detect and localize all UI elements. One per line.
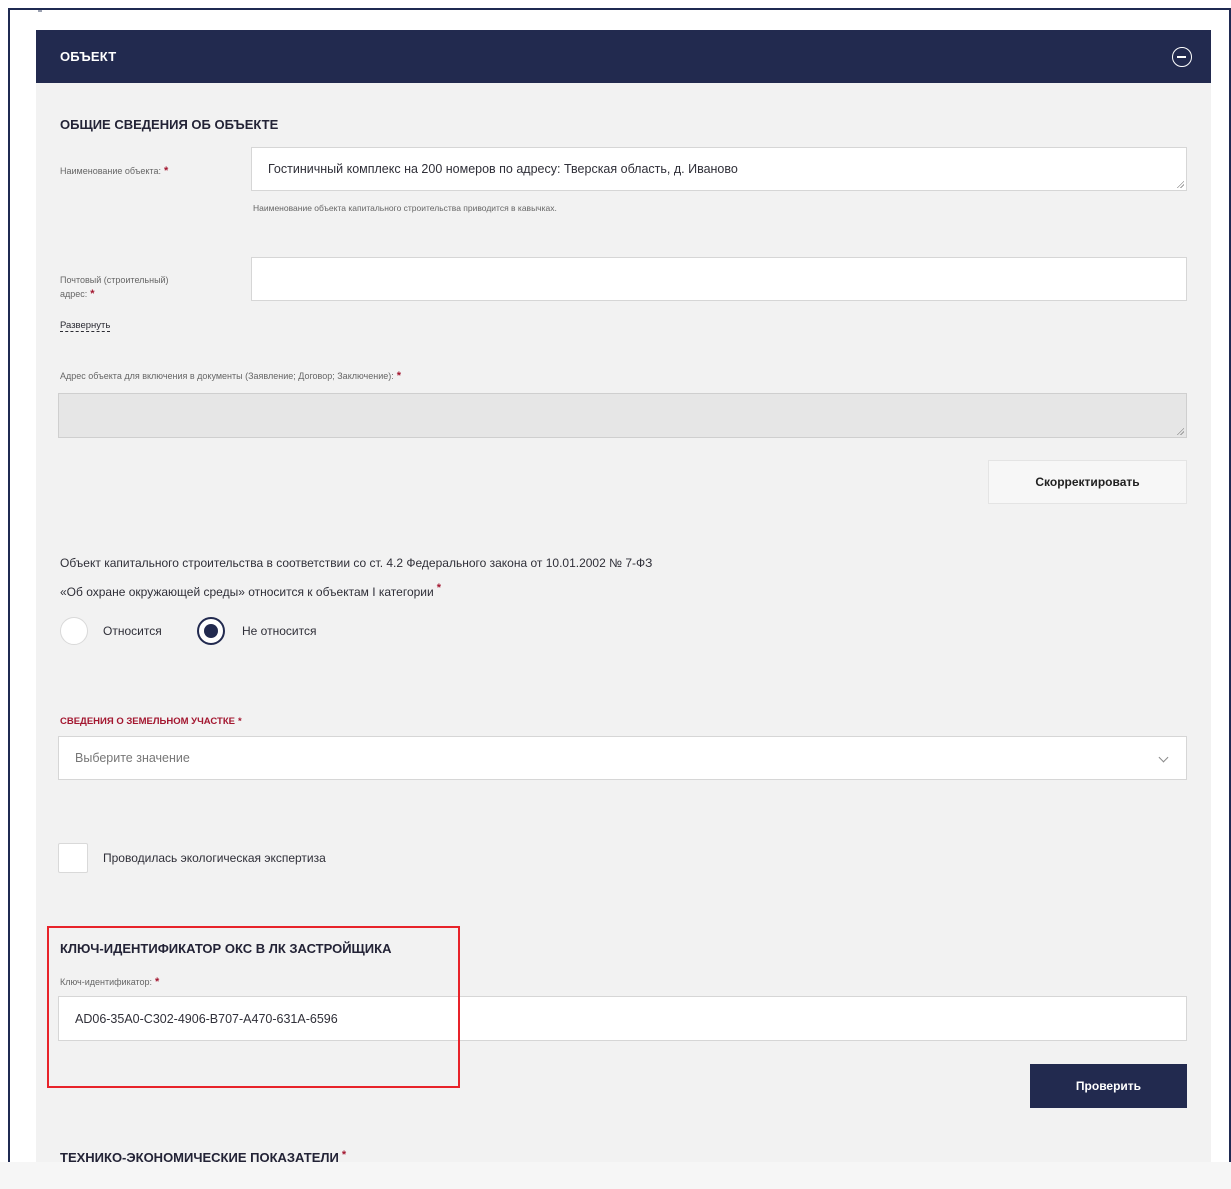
object-name-label: Наименование объекта: * bbox=[60, 164, 168, 178]
key-label: Ключ-идентификатор: * bbox=[60, 975, 159, 989]
object-name-label-text: Наименование объекта: bbox=[60, 166, 161, 176]
radio-not-applies[interactable] bbox=[197, 617, 225, 645]
chevron-down-icon bbox=[1158, 752, 1169, 763]
object-panel: ОБЪЕКТ ОБЩИЕ СВЕДЕНИЯ ОБ ОБЪЕКТЕ Наимено… bbox=[36, 30, 1211, 1189]
land-title-text: СВЕДЕНИЯ О ЗЕМЕЛЬНОМ УЧАСТКЕ bbox=[60, 716, 235, 727]
doc-address-field bbox=[58, 393, 1187, 438]
expand-link-text: Развернуть bbox=[60, 320, 111, 332]
postal-address-label-line1: Почтовый (строительный) bbox=[60, 275, 169, 285]
key-label-text: Ключ-идентификатор: bbox=[60, 977, 153, 987]
required-mark: * bbox=[341, 1149, 347, 1161]
required-mark: * bbox=[436, 582, 441, 594]
category-question-text: «Об охране окружающей среды» относится к… bbox=[60, 585, 434, 599]
postal-address-label: Почтовый (строительный) адрес: * bbox=[60, 273, 169, 301]
expand-address-link[interactable]: Развернуть bbox=[60, 315, 111, 333]
eco-expertise-checkbox[interactable] bbox=[58, 843, 88, 873]
doc-address-label: Адрес объекта для включения в документы … bbox=[60, 369, 401, 383]
resize-grip-icon[interactable] bbox=[1176, 427, 1184, 435]
panel-title: ОБЪЕКТ bbox=[60, 49, 117, 64]
required-mark: * bbox=[237, 716, 242, 727]
required-mark: * bbox=[163, 165, 169, 177]
panel-header[interactable]: ОБЪЕКТ bbox=[36, 30, 1211, 83]
key-identifier-field[interactable]: AD06-35A0-C302-4906-B707-A470-631A-6596 bbox=[58, 996, 1187, 1041]
radio-applies-label[interactable]: Относится bbox=[103, 624, 162, 638]
land-plot-placeholder: Выберите значение bbox=[75, 751, 190, 765]
radio-applies[interactable] bbox=[60, 617, 88, 645]
key-identifier-value: AD06-35A0-C302-4906-B707-A470-631A-6596 bbox=[75, 1011, 338, 1026]
resize-grip-icon[interactable] bbox=[1176, 180, 1184, 188]
eco-expertise-label[interactable]: Проводилась экологическая экспертиза bbox=[103, 851, 326, 865]
object-name-hint: Наименование объекта капитального строит… bbox=[253, 203, 557, 213]
object-name-value: Гостиничный комплекс на 200 номеров по а… bbox=[268, 162, 738, 176]
required-mark: * bbox=[155, 976, 160, 988]
collapse-minus-icon[interactable] bbox=[1172, 47, 1192, 67]
bottom-strip bbox=[0, 1162, 1231, 1189]
object-name-field[interactable]: Гостиничный комплекс на 200 номеров по а… bbox=[251, 147, 1187, 191]
general-section-title: ОБЩИЕ СВЕДЕНИЯ ОБ ОБЪЕКТЕ bbox=[60, 117, 279, 132]
land-plot-select[interactable]: Выберите значение bbox=[58, 736, 1187, 780]
category-question-line2: «Об охране окружающей среды» относится к… bbox=[60, 582, 441, 599]
doc-address-label-text: Адрес объекта для включения в документы … bbox=[60, 371, 394, 381]
radio-not-applies-label[interactable]: Не относится bbox=[242, 624, 316, 638]
postal-address-label-line2: адрес: bbox=[60, 289, 88, 299]
postal-address-field[interactable] bbox=[251, 257, 1187, 301]
required-mark: * bbox=[90, 288, 95, 300]
category-question-line1: Объект капитального строительства в соот… bbox=[60, 556, 653, 570]
land-section-title: СВЕДЕНИЯ О ЗЕМЕЛЬНОМ УЧАСТКЕ * bbox=[60, 716, 242, 727]
key-section-title: КЛЮЧ-ИДЕНТИФИКАТОР ОКС В ЛК ЗАСТРОЙЩИКА bbox=[60, 941, 392, 956]
corner-tick bbox=[38, 10, 42, 12]
required-mark: * bbox=[396, 370, 402, 382]
check-button[interactable]: Проверить bbox=[1030, 1064, 1187, 1108]
correct-button[interactable]: Скорректировать bbox=[988, 460, 1187, 504]
